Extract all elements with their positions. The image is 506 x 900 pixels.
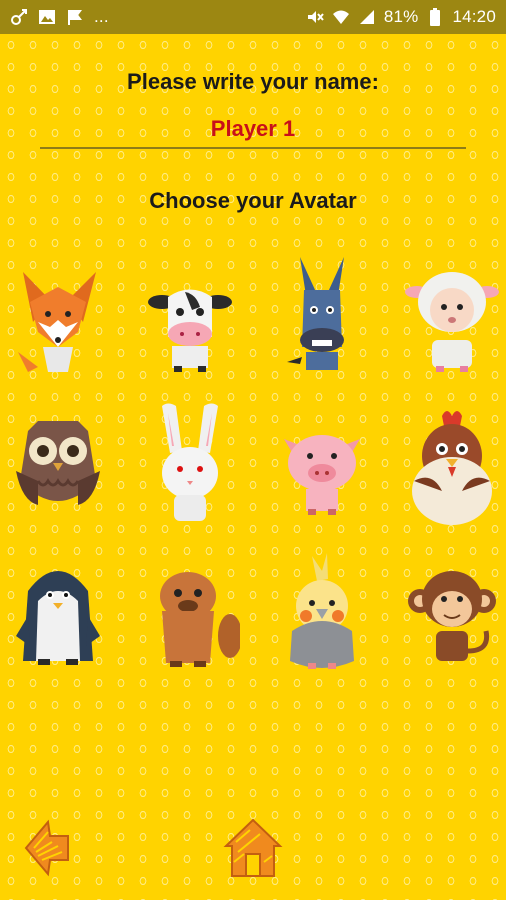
avatar-chicken[interactable] [402, 401, 502, 531]
back-arrow-icon [24, 819, 69, 877]
rabbit-icon [162, 403, 218, 521]
penguin-icon [16, 571, 100, 665]
avatar-fox[interactable] [8, 252, 108, 382]
avatar-monkey[interactable] [402, 551, 502, 681]
wifi-icon [332, 8, 350, 26]
avatar-beaver[interactable] [140, 551, 240, 681]
avatar-penguin[interactable] [8, 551, 108, 681]
pig-icon [284, 435, 360, 515]
battery-level: 81% [383, 7, 419, 26]
avatar-owl[interactable] [8, 401, 108, 531]
avatar-pig[interactable] [272, 401, 372, 531]
status-overflow: ... [94, 7, 109, 26]
avatar-screen: Please write your name: Player 1 Choose … [0, 34, 506, 900]
chicken-icon [412, 411, 492, 525]
beaver-icon [160, 572, 240, 667]
flag-icon [66, 8, 84, 26]
home-button[interactable] [220, 812, 286, 882]
signal-icon [358, 8, 376, 26]
battery-icon [426, 8, 444, 26]
avatar-grid [0, 34, 506, 900]
owl-icon [16, 421, 100, 505]
back-button[interactable] [22, 816, 72, 880]
avatar-cockatiel[interactable] [272, 551, 372, 681]
clock: 14:20 [452, 7, 496, 26]
avatar-sheep[interactable] [402, 252, 502, 382]
mute-icon [306, 8, 324, 26]
link-icon [10, 8, 28, 26]
avatar-donkey[interactable] [272, 252, 372, 382]
avatar-cow[interactable] [140, 252, 240, 382]
home-icon [223, 818, 283, 877]
fox-icon [18, 272, 96, 372]
cockatiel-icon [290, 553, 354, 669]
image-icon [38, 8, 56, 26]
donkey-icon [287, 257, 344, 370]
cow-icon [148, 289, 232, 372]
status-bar: ... 81% 14:20 [0, 0, 506, 34]
monkey-icon [408, 571, 496, 661]
avatar-rabbit[interactable] [140, 401, 240, 531]
sheep-icon [405, 272, 499, 372]
